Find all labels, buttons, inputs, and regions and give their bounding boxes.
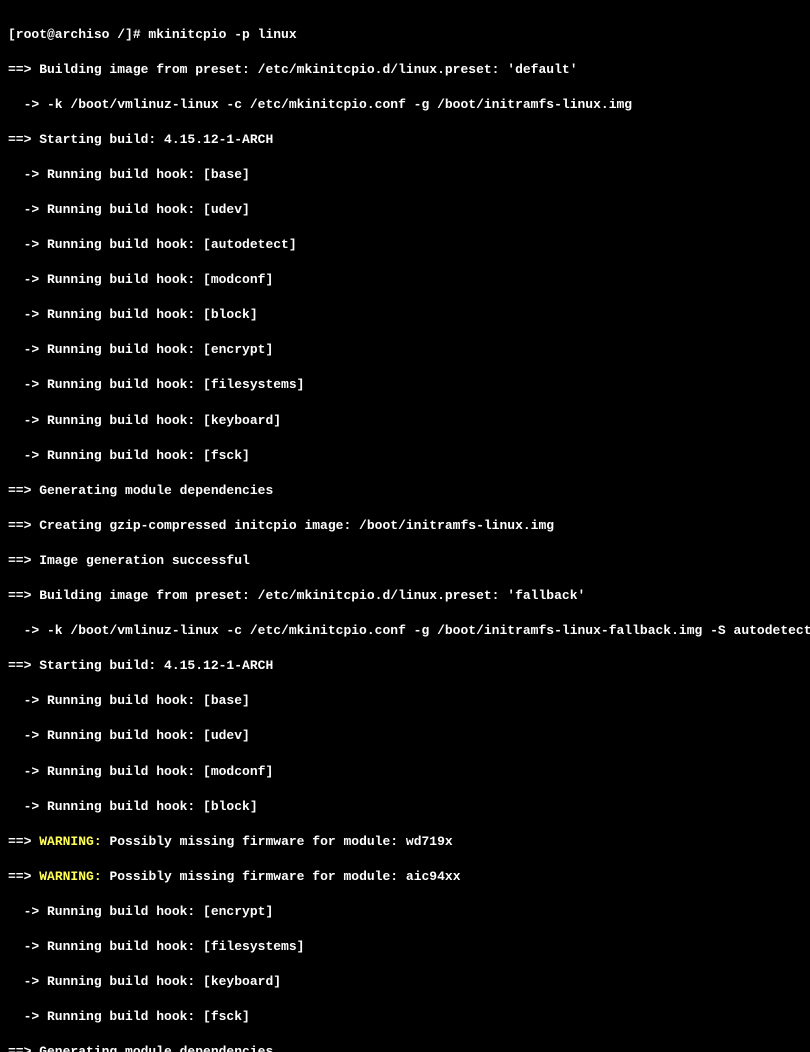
output-line: -> Running build hook: [filesystems] bbox=[8, 376, 802, 394]
output-line: ==> Building image from preset: /etc/mki… bbox=[8, 587, 802, 605]
warning-label: WARNING: bbox=[39, 869, 101, 884]
output-line: -> -k /boot/vmlinuz-linux -c /etc/mkinit… bbox=[8, 96, 802, 114]
output-line: -> Running build hook: [udev] bbox=[8, 201, 802, 219]
output-line: -> Running build hook: [encrypt] bbox=[8, 903, 802, 921]
output-line: -> Running build hook: [udev] bbox=[8, 727, 802, 745]
output-line: ==> Generating module dependencies bbox=[8, 1043, 802, 1052]
warning-text: Possibly missing firmware for module: wd… bbox=[102, 834, 453, 849]
warning-text: Possibly missing firmware for module: ai… bbox=[102, 869, 461, 884]
output-line: -> Running build hook: [encrypt] bbox=[8, 341, 802, 359]
output-line: -> Running build hook: [base] bbox=[8, 166, 802, 184]
output-line: -> Running build hook: [block] bbox=[8, 798, 802, 816]
output-line: -> Running build hook: [fsck] bbox=[8, 1008, 802, 1026]
output-line: ==> Starting build: 4.15.12-1-ARCH bbox=[8, 131, 802, 149]
output-line: -> Running build hook: [modconf] bbox=[8, 271, 802, 289]
output-line: ==> Image generation successful bbox=[8, 552, 802, 570]
output-line: -> Running build hook: [keyboard] bbox=[8, 973, 802, 991]
output-line: -> -k /boot/vmlinuz-linux -c /etc/mkinit… bbox=[8, 622, 802, 640]
warning-prefix: ==> bbox=[8, 834, 39, 849]
output-line: -> Running build hook: [keyboard] bbox=[8, 412, 802, 430]
output-line: -> Running build hook: [block] bbox=[8, 306, 802, 324]
output-line: -> Running build hook: [filesystems] bbox=[8, 938, 802, 956]
output-line: -> Running build hook: [autodetect] bbox=[8, 236, 802, 254]
warning-line: ==> WARNING: Possibly missing firmware f… bbox=[8, 868, 802, 886]
warning-prefix: ==> bbox=[8, 869, 39, 884]
output-line: -> Running build hook: [modconf] bbox=[8, 763, 802, 781]
output-line: ==> Building image from preset: /etc/mki… bbox=[8, 61, 802, 79]
output-line: ==> Generating module dependencies bbox=[8, 482, 802, 500]
warning-line: ==> WARNING: Possibly missing firmware f… bbox=[8, 833, 802, 851]
output-line: -> Running build hook: [fsck] bbox=[8, 447, 802, 465]
prompt-line[interactable]: [root@archiso /]# mkinitcpio -p linux bbox=[8, 26, 802, 44]
terminal-output: [root@archiso /]# mkinitcpio -p linux ==… bbox=[8, 8, 802, 1052]
output-line: ==> Starting build: 4.15.12-1-ARCH bbox=[8, 657, 802, 675]
output-line: -> Running build hook: [base] bbox=[8, 692, 802, 710]
warning-label: WARNING: bbox=[39, 834, 101, 849]
